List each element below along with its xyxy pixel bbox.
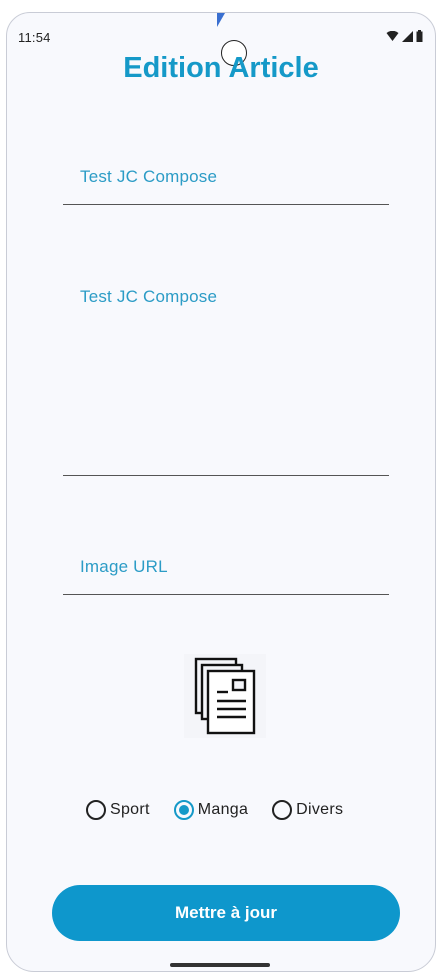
- title-field-value[interactable]: Test JC Compose: [80, 167, 217, 187]
- image-url-placeholder[interactable]: Image URL: [80, 557, 168, 577]
- description-field[interactable]: Test JC Compose: [63, 270, 389, 476]
- home-indicator[interactable]: [170, 963, 270, 967]
- category-radio-group: Sport Manga Divers: [86, 800, 367, 820]
- description-field-value[interactable]: Test JC Compose: [80, 287, 217, 307]
- radio-manga-button[interactable]: [173, 800, 194, 820]
- page-title: Edition Article: [123, 52, 319, 84]
- image-url-field[interactable]: Image URL: [63, 540, 389, 595]
- radio-divers-label[interactable]: Divers: [296, 801, 343, 819]
- radio-manga-label[interactable]: Manga: [198, 801, 248, 819]
- wifi-icon: [386, 29, 399, 47]
- radio-divers-button[interactable]: [272, 800, 293, 820]
- radio-sport-button[interactable]: [86, 800, 106, 820]
- update-button[interactable]: Mettre à jour: [52, 885, 400, 941]
- document-icon: [194, 657, 256, 735]
- signal-icon: [402, 29, 413, 47]
- radio-sport-label[interactable]: Sport: [110, 801, 150, 819]
- radio-divers[interactable]: Divers: [272, 800, 343, 820]
- pointer-marker: [217, 13, 225, 27]
- title-field[interactable]: Test JC Compose: [63, 150, 389, 205]
- radio-manga[interactable]: Manga: [173, 800, 248, 820]
- article-image: [184, 654, 266, 738]
- radio-sport[interactable]: Sport: [86, 800, 150, 820]
- status-time: 11:54: [18, 30, 51, 45]
- battery-icon: [416, 29, 423, 47]
- status-icons: [386, 29, 423, 47]
